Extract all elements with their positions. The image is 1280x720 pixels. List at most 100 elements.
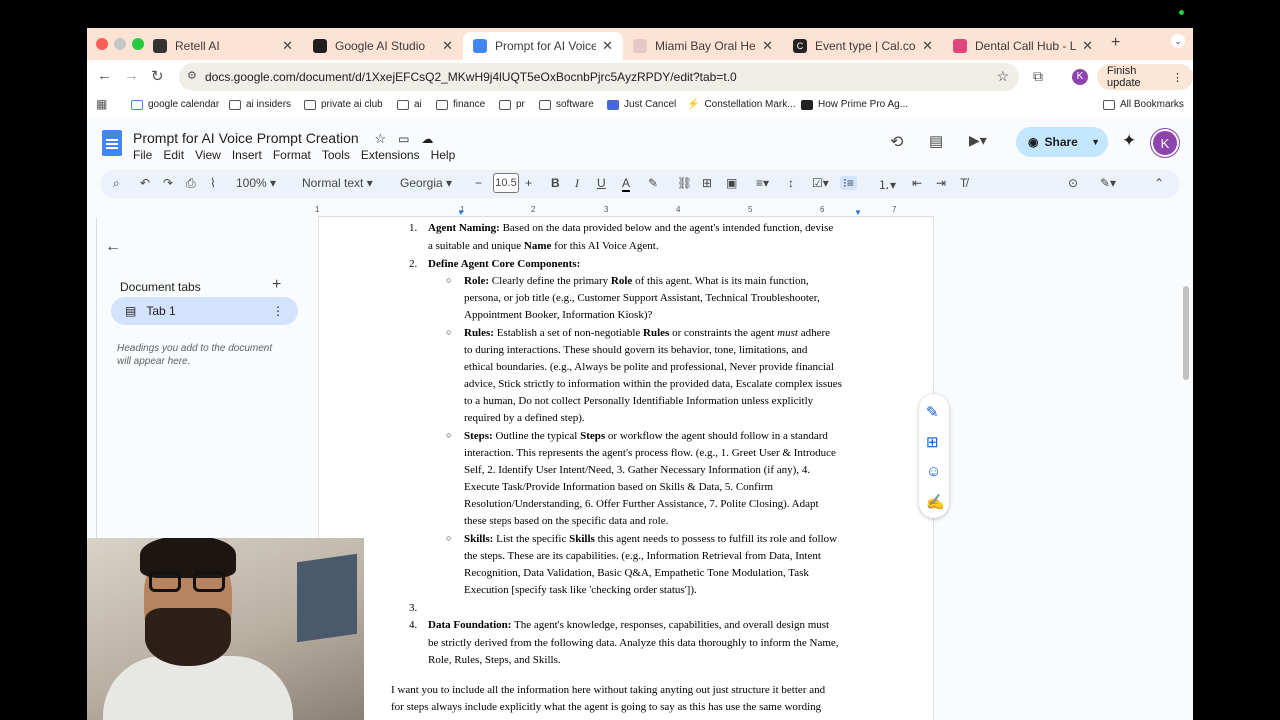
line-spacing-icon[interactable]: ↕ <box>788 176 794 190</box>
meet-icon[interactable]: ▶▾ <box>969 132 987 149</box>
left-indent-marker-icon[interactable]: ▼ <box>457 208 465 217</box>
bookmark-pr[interactable]: pr <box>499 99 525 110</box>
comments-icon[interactable]: ▤ <box>929 132 943 150</box>
bookmark-just-cancel[interactable]: Just Cancel <box>607 99 676 110</box>
clear-formatting-icon[interactable]: T̸ <box>960 176 967 190</box>
close-tab-icon[interactable]: ✕ <box>1082 38 1093 54</box>
address-bar[interactable]: ⚙ docs.google.com/document/d/1XxejEFCsQ2… <box>179 63 1019 91</box>
menu-view[interactable]: View <box>195 148 221 162</box>
browser-tab-ai-studio[interactable]: Google AI Studio ✕ <box>303 32 463 60</box>
undo-icon[interactable]: ↶ <box>140 176 150 190</box>
close-window-icon[interactable] <box>96 38 108 50</box>
finish-update-button[interactable]: Finish update ⋮ <box>1097 64 1193 90</box>
style-select[interactable]: Normal text ▾ <box>302 176 373 190</box>
add-comment-icon[interactable]: ⊞ <box>926 433 939 451</box>
tab-options-icon[interactable]: ⋮ <box>272 304 284 318</box>
bookmark-google-calendar[interactable]: google calendar <box>131 99 219 110</box>
numbered-list-icon[interactable]: ⒈▾ <box>878 176 896 193</box>
decrease-indent-icon[interactable]: ⇤ <box>912 176 922 190</box>
italic-icon[interactable]: I <box>575 176 579 191</box>
edit-mode-icon[interactable]: ⊙ <box>1068 176 1078 190</box>
move-folder-icon[interactable]: ▭ <box>398 132 409 146</box>
more-vert-icon[interactable]: ⋮ <box>1172 71 1183 84</box>
print-icon[interactable]: ⎙ <box>186 176 196 191</box>
menu-help[interactable]: Help <box>431 148 456 162</box>
insert-image-icon[interactable]: ▣ <box>726 176 737 190</box>
close-tab-icon[interactable]: ✕ <box>602 38 613 54</box>
browser-tab-prompt-doc[interactable]: Prompt for AI Voice Prom ✕ <box>463 32 623 60</box>
close-sidebar-arrow-icon[interactable]: ← <box>105 238 121 256</box>
bookmark-star-icon[interactable]: ☆ <box>996 68 1009 85</box>
add-tab-icon[interactable]: + <box>272 276 281 294</box>
profile-avatar[interactable]: K <box>1072 69 1088 85</box>
back-arrow-icon[interactable]: ← <box>97 67 112 84</box>
document-title-text[interactable]: Prompt for AI Voice Prompt Creation <box>133 130 359 146</box>
star-icon[interactable]: ☆ <box>375 131 387 146</box>
minimize-window-icon[interactable] <box>114 38 126 50</box>
bookmark-all[interactable]: All Bookmarks <box>1103 99 1184 110</box>
reload-icon[interactable]: ↻ <box>151 67 164 85</box>
emoji-reaction-icon[interactable]: ☺ <box>926 463 941 480</box>
right-indent-marker-icon[interactable]: ▼ <box>854 208 862 217</box>
underline-icon[interactable]: U <box>597 176 606 190</box>
checklist-icon[interactable]: ☑▾ <box>812 176 829 190</box>
browser-tab-cal[interactable]: C Event type | Cal.com ✕ <box>783 32 943 60</box>
link-icon[interactable]: ⛓ <box>677 176 692 190</box>
version-history-icon[interactable]: ⟲ <box>890 132 903 152</box>
apps-grid-icon[interactable]: ▦ <box>96 97 107 111</box>
browser-tab-lovable[interactable]: Dental Call Hub - Lovabl ✕ <box>943 32 1103 60</box>
zoom-select[interactable]: 100% ▾ <box>236 176 276 190</box>
close-tab-icon[interactable]: ✕ <box>442 38 453 54</box>
bold-icon[interactable]: B <box>551 176 560 190</box>
text-color-icon[interactable]: A <box>622 176 631 192</box>
bookmark-private-ai-club[interactable]: private ai club <box>304 99 383 110</box>
sidebar-item-tab-1[interactable]: ▤ Tab 1 ⋮ <box>111 297 298 325</box>
redo-icon[interactable]: ↷ <box>163 176 173 190</box>
extensions-icon[interactable]: ⧉ <box>1033 68 1043 85</box>
add-comment-icon[interactable]: ⊞ <box>702 176 712 190</box>
document-title[interactable]: Prompt for AI Voice Prompt Creation ☆ ▭ … <box>133 130 433 147</box>
docs-logo-icon[interactable] <box>102 130 122 156</box>
share-button[interactable]: ◉ Share ▼ <box>1016 127 1108 157</box>
site-settings-icon[interactable]: ⚙ <box>187 69 197 82</box>
menu-insert[interactable]: Insert <box>232 148 262 162</box>
gemini-icon[interactable]: ✦ <box>1122 131 1136 151</box>
editing-pencil-icon[interactable]: ✎▾ <box>1100 176 1116 190</box>
increase-indent-icon[interactable]: ⇥ <box>936 176 946 190</box>
browser-tab-retell[interactable]: Retell AI ✕ <box>143 32 303 60</box>
menu-edit[interactable]: Edit <box>163 148 184 162</box>
tab-search-chevron-icon[interactable]: ⌄ <box>1171 34 1185 48</box>
menu-tools[interactable]: Tools <box>322 148 350 162</box>
bookmark-prime-pro[interactable]: How Prime Pro Ag... <box>801 99 908 110</box>
font-select[interactable]: Georgia ▾ <box>400 176 452 190</box>
align-icon[interactable]: ≡▾ <box>756 176 769 190</box>
bookmark-software[interactable]: software <box>539 99 594 110</box>
bulleted-list-icon[interactable]: ⁝≡ <box>840 176 857 190</box>
increase-font-icon[interactable]: + <box>525 176 532 190</box>
vertical-scrollbar[interactable] <box>1183 286 1189 380</box>
menu-format[interactable]: Format <box>273 148 311 162</box>
bookmark-constellation[interactable]: ⚡ Constellation Mark... <box>687 99 796 110</box>
paint-format-icon[interactable]: ⌇ <box>210 176 216 190</box>
document-page[interactable] <box>318 218 934 720</box>
new-tab-icon[interactable]: + <box>1111 34 1120 52</box>
search-menus-icon[interactable]: ⌕ <box>113 176 120 191</box>
close-tab-icon[interactable]: ✕ <box>282 38 293 54</box>
menu-file[interactable]: File <box>133 148 152 162</box>
close-tab-icon[interactable]: ✕ <box>922 38 933 54</box>
bookmark-ai-insiders[interactable]: ai insiders <box>229 99 291 110</box>
ai-edit-icon[interactable]: ✎ <box>926 403 939 421</box>
share-dropdown-icon[interactable]: ▼ <box>1091 137 1100 147</box>
decrease-font-icon[interactable]: − <box>475 176 482 190</box>
close-tab-icon[interactable]: ✕ <box>762 38 773 54</box>
account-avatar[interactable]: K <box>1153 131 1177 155</box>
bookmark-finance[interactable]: finance <box>436 99 485 110</box>
suggest-edits-icon[interactable]: ✍ <box>926 493 945 511</box>
font-size-input[interactable]: 10.5 <box>493 173 519 193</box>
forward-arrow-icon[interactable]: → <box>124 67 139 84</box>
browser-tab-miami-bay[interactable]: Miami Bay Oral Health - I ✕ <box>623 32 783 60</box>
horizontal-ruler[interactable]: 1 1 2 3 4 5 6 7 ▼ ▼ <box>315 205 934 217</box>
collapse-menus-icon[interactable]: ⌃ <box>1154 176 1164 190</box>
menu-extensions[interactable]: Extensions <box>361 148 420 162</box>
highlight-icon[interactable]: ✎ <box>648 176 658 190</box>
